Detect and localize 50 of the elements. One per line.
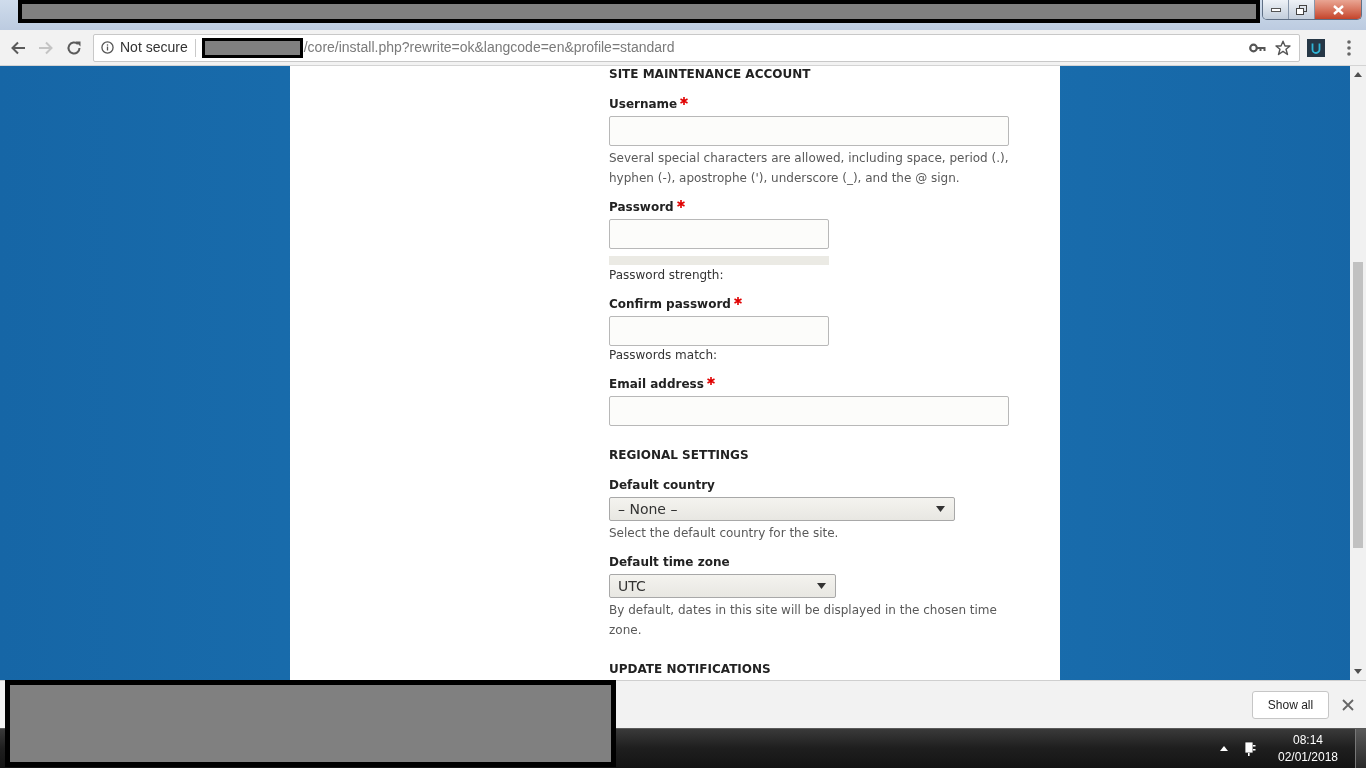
restore-icon xyxy=(1296,4,1307,15)
power-plug-icon[interactable] xyxy=(1244,741,1256,756)
close-icon xyxy=(1332,4,1344,15)
key-icon[interactable] xyxy=(1249,42,1266,53)
scrollbar-thumb[interactable] xyxy=(1353,262,1363,548)
select-dropdown[interactable]: UTC xyxy=(609,574,836,598)
scrollbar[interactable] xyxy=(1350,66,1366,680)
text-input[interactable] xyxy=(609,116,1009,146)
show-desktop-button[interactable] xyxy=(1355,729,1366,768)
section-heading: SITE MAINTENANCE ACCOUNT xyxy=(609,66,811,82)
field-description: Several special characters are allowed, including space, period (.), hyphen (-), apostrophe ('), underscore (_), and the @ sign. xyxy=(609,150,1010,187)
caret-icon xyxy=(817,583,826,589)
field-description: Select the default country for the site. xyxy=(609,525,840,542)
menu-icon[interactable] xyxy=(1347,39,1351,56)
close-icon[interactable] xyxy=(1342,698,1354,711)
caret-icon xyxy=(936,506,945,512)
match-status-label: Passwords match: xyxy=(609,347,718,363)
field-label: Username xyxy=(609,96,678,112)
reload-icon xyxy=(66,39,82,56)
scroll-down-icon[interactable] xyxy=(1354,669,1362,674)
field-label: Confirm password xyxy=(609,296,731,312)
back-arrow-icon xyxy=(10,39,26,56)
field-label: Email address xyxy=(609,376,704,392)
minimize-icon xyxy=(1270,7,1281,12)
show-all-button[interactable]: Show all xyxy=(1252,690,1329,719)
url-text[interactable]: /core/install.php?rewrite=ok&langcode=en&profile=standard xyxy=(303,37,675,58)
security-label[interactable]: Not secure xyxy=(120,37,188,58)
close-button[interactable] xyxy=(1315,0,1361,19)
password-input[interactable] xyxy=(609,219,829,249)
forward-arrow-icon xyxy=(38,39,54,56)
section-heading: REGIONAL SETTINGS xyxy=(609,447,749,463)
minimize-button[interactable] xyxy=(1263,0,1289,19)
field-label: Default country xyxy=(609,477,715,493)
section-heading: UPDATE NOTIFICATIONS xyxy=(609,661,771,677)
clock-time[interactable]: 08:14 xyxy=(1293,731,1323,749)
field-description: By default, dates in this site will be displayed in the chosen time zone. xyxy=(609,602,998,639)
scroll-up-icon[interactable] xyxy=(1354,72,1362,77)
restore-button[interactable] xyxy=(1289,0,1315,19)
show-hidden-icons-icon[interactable] xyxy=(1220,746,1228,751)
extension-icon[interactable] xyxy=(1307,38,1325,57)
password-input[interactable] xyxy=(609,316,829,346)
star-icon[interactable] xyxy=(1275,39,1291,56)
email-input[interactable] xyxy=(609,396,1009,426)
info-icon xyxy=(101,41,114,54)
field-label: Password xyxy=(609,199,674,215)
field-label: Default time zone xyxy=(609,554,730,570)
clock-date[interactable]: 02/01/2018 xyxy=(1277,748,1339,766)
address-bar[interactable]: Not secure /core/install.php?rewrite=ok&langcode=en&profile=standard xyxy=(93,33,1300,62)
select-dropdown[interactable]: – None – xyxy=(609,497,955,521)
strength-label: Password strength: xyxy=(609,267,724,283)
